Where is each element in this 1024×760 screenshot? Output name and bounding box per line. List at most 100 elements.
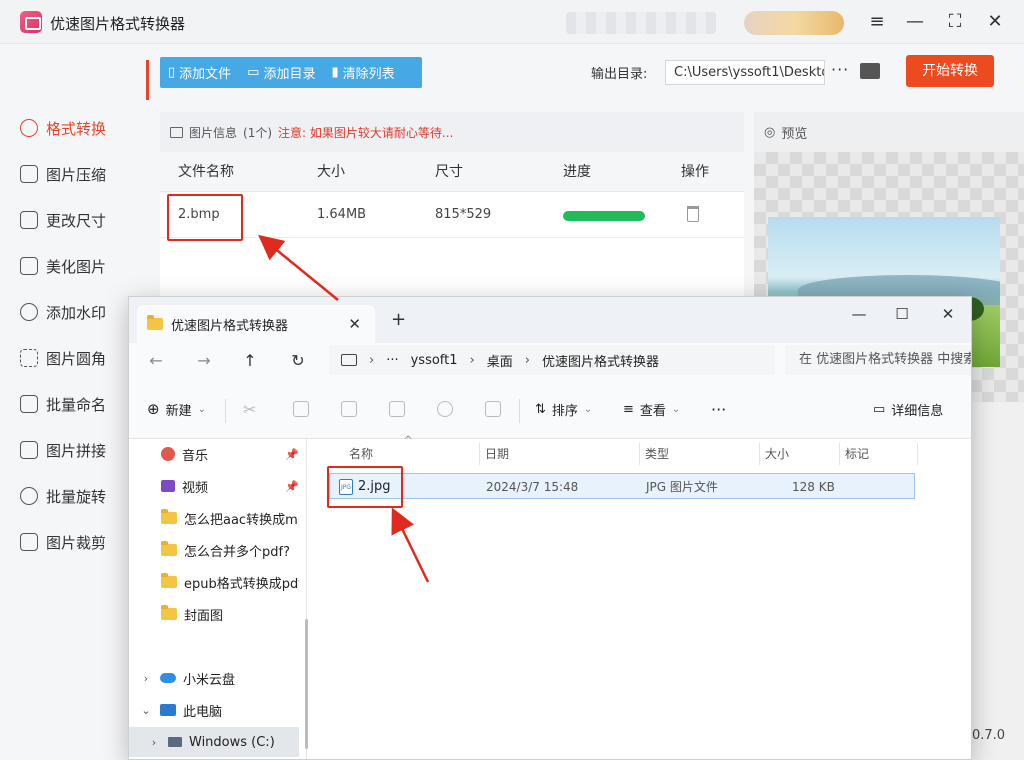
add-directory-button[interactable]: ▭ 添加目录 bbox=[239, 63, 323, 82]
nav-item-xiaomi-cloud[interactable]: › 小米云盘 bbox=[129, 663, 299, 693]
resize-icon bbox=[20, 211, 38, 229]
col-size: 大小 bbox=[317, 164, 345, 180]
forward-icon[interactable]: → bbox=[189, 347, 219, 375]
folder-icon bbox=[161, 573, 177, 588]
header-type[interactable]: 类型 bbox=[645, 439, 669, 469]
explorer-maximize-icon[interactable]: ☐ bbox=[887, 305, 917, 323]
maximize-icon[interactable]: ⛶ bbox=[940, 8, 970, 36]
new-button[interactable]: ⊕ 新建 ⌄ bbox=[147, 395, 206, 423]
sidebar-item-watermark[interactable]: 添加水印 bbox=[20, 296, 145, 328]
view-button[interactable]: ≡ 查看 ⌄ bbox=[623, 395, 680, 423]
explorer-tab-bar: 优速图片格式转换器 ✕ + — ☐ ✕ bbox=[129, 297, 971, 343]
explorer-minimize-icon[interactable]: — bbox=[844, 305, 874, 323]
nav-item-folder[interactable]: 怎么合并多个pdf? bbox=[129, 535, 299, 565]
explorer-close-icon[interactable]: ✕ bbox=[933, 305, 963, 323]
separator bbox=[917, 443, 918, 465]
sort-button[interactable]: ⇅ 排序 ⌄ bbox=[535, 395, 592, 423]
back-icon[interactable]: ← bbox=[141, 347, 171, 375]
sidebar-item-label: 图片拼接 bbox=[46, 441, 107, 460]
col-progress: 进度 bbox=[563, 164, 591, 180]
breadcrumb-yssoft1[interactable]: yssoft1 bbox=[411, 353, 458, 368]
file-dimensions: 815*529 bbox=[435, 207, 492, 222]
breadcrumb-desktop[interactable]: 桌面 bbox=[487, 351, 513, 370]
breadcrumb-ellipsis[interactable]: ··· bbox=[386, 353, 398, 368]
file-row[interactable]: JPG 2.jpg 2024/3/7 15:48 JPG 图片文件 128 KB bbox=[329, 473, 915, 499]
nav-item-this-pc[interactable]: ⌄ 此电脑 bbox=[129, 695, 299, 725]
sidebar-item-label: 美化图片 bbox=[46, 257, 107, 276]
cut-icon[interactable]: ✂ bbox=[243, 395, 256, 423]
chevron-right-icon[interactable]: › bbox=[147, 736, 161, 749]
explorer-tab[interactable]: 优速图片格式转换器 ✕ bbox=[137, 305, 375, 343]
sidebar-item-rotate[interactable]: 批量旋转 bbox=[20, 480, 145, 512]
blurred-account-info bbox=[566, 12, 716, 34]
search-input[interactable]: 在 优速图片格式转换器 中搜索 bbox=[785, 345, 971, 375]
header-date[interactable]: 日期 bbox=[485, 439, 509, 469]
image-info-title: 图片信息 bbox=[189, 125, 238, 140]
minimize-icon[interactable]: — bbox=[900, 8, 930, 36]
file-size: 128 KB bbox=[792, 480, 835, 494]
rename-icon[interactable] bbox=[389, 401, 405, 417]
output-dir-field[interactable]: C:\Users\yssoft1\Deskto bbox=[665, 60, 825, 85]
nav-item-folder[interactable]: 封面图 bbox=[129, 599, 299, 629]
chevron-down-icon: ⌄ bbox=[671, 403, 681, 415]
details-button[interactable]: ▭ 详细信息 bbox=[873, 395, 943, 423]
menu-icon[interactable]: ≡ bbox=[862, 8, 892, 36]
title-bar: 优速图片格式转换器 ≡ — ⛶ ✕ bbox=[0, 0, 1024, 44]
nav-item-label: epub格式转换成pdf怎 bbox=[184, 576, 299, 592]
delete-icon[interactable] bbox=[485, 401, 501, 417]
delete-icon[interactable] bbox=[687, 206, 699, 222]
nav-item-folder[interactable]: epub格式转换成pdf怎 bbox=[129, 567, 299, 597]
start-convert-button[interactable]: 开始转换 bbox=[906, 55, 994, 87]
list-header: 文件名称 大小 尺寸 进度 操作 bbox=[160, 152, 744, 192]
nav-item-music[interactable]: 音乐 📌 bbox=[129, 439, 299, 469]
header-name[interactable]: 名称 bbox=[349, 439, 373, 469]
file-type: JPG 图片文件 bbox=[646, 480, 718, 494]
nav-scrollbar[interactable] bbox=[305, 619, 308, 749]
header-tag[interactable]: 标记 bbox=[845, 439, 869, 469]
sidebar-item-format-convert[interactable]: 格式转换 bbox=[20, 112, 145, 144]
sidebar-item-crop[interactable]: 图片裁剪 bbox=[20, 526, 145, 558]
sidebar-item-rounded-corner[interactable]: 图片圆角 bbox=[20, 342, 145, 374]
rounded-corner-icon bbox=[20, 349, 38, 367]
watermark-icon bbox=[20, 303, 38, 321]
table-row[interactable]: 2.bmp 1.64MB 815*529 bbox=[160, 192, 744, 238]
clear-list-label: 清除列表 bbox=[342, 67, 395, 82]
plus-circle-icon: ⊕ bbox=[147, 400, 160, 418]
share-icon[interactable] bbox=[437, 401, 453, 417]
details-pane-icon: ▭ bbox=[873, 401, 886, 417]
nav-item-label: 此电脑 bbox=[183, 704, 223, 720]
open-folder-icon[interactable] bbox=[860, 63, 880, 79]
folder-icon bbox=[147, 315, 163, 330]
see-more-button[interactable]: ··· bbox=[711, 395, 726, 423]
refresh-icon[interactable]: ↻ bbox=[283, 347, 313, 375]
new-tab-button[interactable]: + bbox=[391, 309, 406, 330]
sidebar-item-beautify[interactable]: 美化图片 bbox=[20, 250, 145, 282]
clear-list-button[interactable]: ▮ 清除列表 bbox=[323, 63, 402, 82]
up-icon[interactable]: ↑ bbox=[235, 347, 265, 375]
chevron-down-icon: ⌄ bbox=[583, 403, 593, 415]
sidebar-item-label: 批量命名 bbox=[46, 395, 107, 414]
paste-icon[interactable] bbox=[341, 401, 357, 417]
address-bar[interactable]: › ··· yssoft1 › 桌面 › 优速图片格式转换器 bbox=[329, 345, 775, 375]
blurred-vip-badge[interactable] bbox=[744, 11, 844, 35]
nav-item-video[interactable]: 视频 📌 bbox=[129, 471, 299, 501]
breadcrumb-current[interactable]: 优速图片格式转换器 bbox=[542, 351, 659, 370]
view-icon: ≡ bbox=[623, 401, 634, 417]
copy-icon[interactable] bbox=[293, 401, 309, 417]
chevron-right-icon[interactable]: › bbox=[139, 672, 153, 685]
close-tab-icon[interactable]: ✕ bbox=[348, 305, 361, 343]
sidebar-item-stitch[interactable]: 图片拼接 bbox=[20, 434, 145, 466]
header-size[interactable]: 大小 bbox=[765, 439, 789, 469]
more-options-button[interactable]: ··· bbox=[831, 60, 849, 79]
sidebar-item-compress[interactable]: 图片压缩 bbox=[20, 158, 145, 190]
close-icon[interactable]: ✕ bbox=[980, 8, 1010, 36]
chevron-down-icon[interactable]: ⌄ bbox=[139, 704, 153, 717]
sidebar-item-label: 图片压缩 bbox=[46, 165, 107, 184]
sidebar-item-resize[interactable]: 更改尺寸 bbox=[20, 204, 145, 236]
music-icon bbox=[161, 447, 175, 461]
add-file-button[interactable]: ▯ 添加文件 bbox=[160, 63, 239, 82]
nav-item-label: 怎么把aac转换成mp3 bbox=[184, 512, 299, 528]
nav-item-drive-c[interactable]: › Windows (C:) bbox=[129, 727, 299, 757]
sidebar-item-rename[interactable]: 批量命名 bbox=[20, 388, 145, 420]
nav-item-folder[interactable]: 怎么把aac转换成mp3 bbox=[129, 503, 299, 533]
